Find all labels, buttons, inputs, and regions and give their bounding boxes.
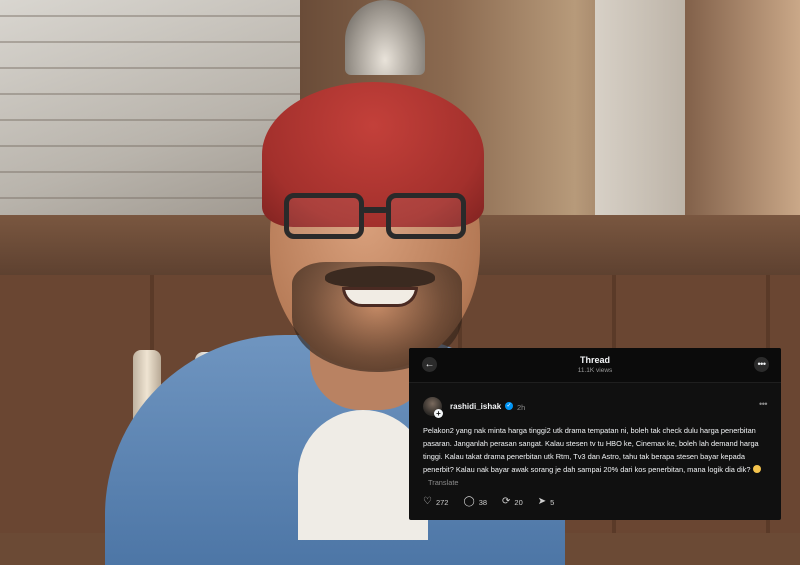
repost-count: 20	[514, 497, 523, 507]
more-horizontal-icon[interactable]: •••	[754, 357, 769, 372]
glasses-bridge	[362, 207, 388, 213]
glasses	[284, 193, 466, 241]
verified-badge-icon: ✓	[505, 402, 513, 410]
header-divider	[409, 382, 781, 383]
grinning-sweat-emoji	[753, 465, 762, 473]
thread-title: Thread	[579, 355, 610, 365]
like-count: 272	[435, 497, 449, 507]
send-icon: ➤	[537, 496, 547, 507]
post-more-icon[interactable]: •••	[759, 399, 767, 409]
share-count: 5	[550, 497, 555, 507]
comment-button[interactable]: ◯ 38	[463, 496, 487, 508]
like-button[interactable]: ♡ 272	[423, 496, 448, 508]
smile	[342, 287, 418, 307]
glasses-lens-right	[386, 193, 466, 239]
comment-icon: ◯	[463, 496, 475, 507]
post-actions: ♡ 272 ◯ 38 ⟳ 20 ➤ 5	[423, 496, 569, 508]
repost-button[interactable]: ⟳ 20	[502, 496, 523, 508]
glasses-lens-left	[284, 193, 364, 239]
share-button[interactable]: ➤ 5	[538, 496, 555, 508]
thread-card: ← Thread 11.1K views ••• + rashidi_ishak…	[409, 348, 781, 520]
thread-views: 11.1K views	[577, 367, 613, 374]
translate-link[interactable]: Translate	[428, 478, 459, 487]
comment-count: 38	[478, 497, 488, 507]
thread-header: ← Thread 11.1K views •••	[409, 348, 781, 382]
follow-plus-icon[interactable]: +	[434, 409, 443, 418]
post-text: Pelakon2 yang nak minta harga tinggi2 ut…	[423, 426, 759, 474]
post-body: Pelakon2 yang nak minta harga tinggi2 ut…	[423, 424, 773, 489]
mustache	[325, 266, 435, 288]
heart-icon: ♡	[423, 496, 432, 507]
post-username[interactable]: rashidi_ishak	[450, 402, 501, 411]
post-time: 2h	[517, 403, 526, 412]
repost-icon: ⟳	[502, 496, 511, 507]
